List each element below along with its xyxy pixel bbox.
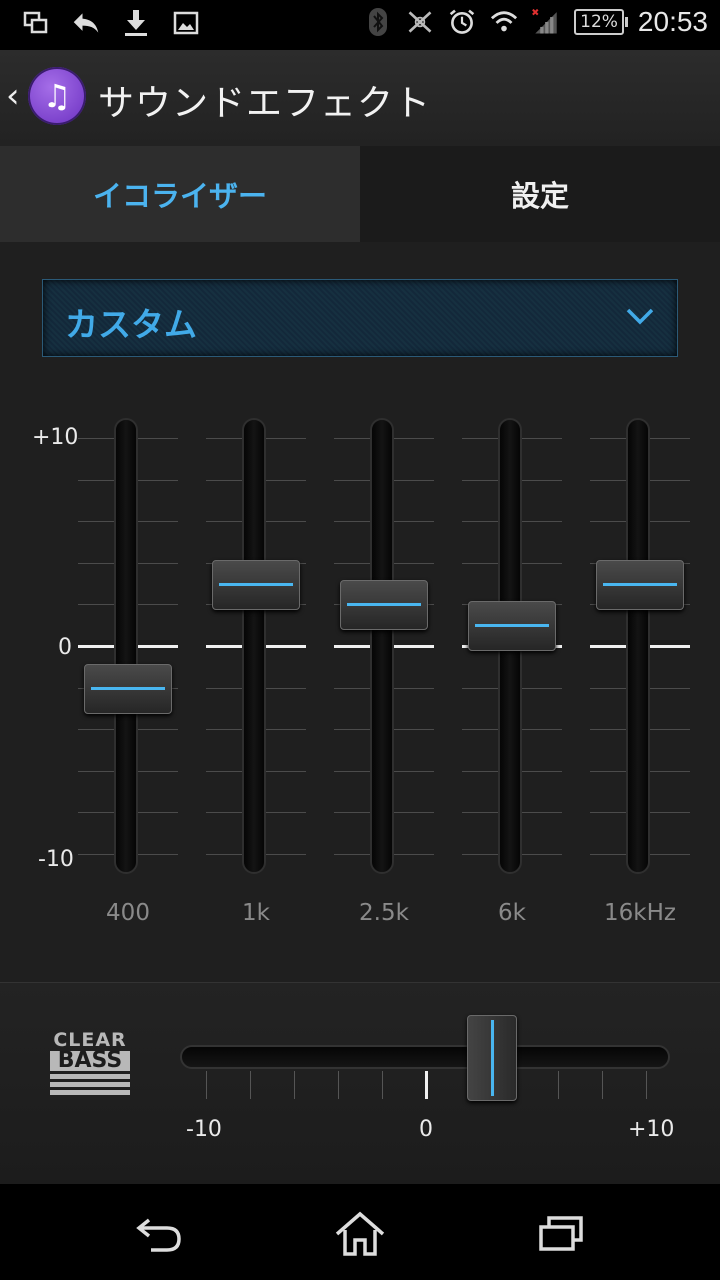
clear-bass-tick [206, 1071, 207, 1099]
clear-bass-tick [250, 1071, 251, 1099]
status-bar: 12% 20:53 [0, 0, 720, 50]
clear-bass-logo: CLEAR BASS [50, 1029, 130, 1095]
equalizer-panel: +10 0 -10 400 1k 2.5k 6k 16kHz [0, 400, 720, 960]
clear-bass-tick [646, 1071, 647, 1099]
action-bar: ‹ ♫ サウンドエフェクト [0, 50, 720, 147]
eq-thumb-indicator [475, 624, 549, 628]
eq-scale-min-label: -10 [38, 847, 74, 872]
eq-slider-track[interactable] [114, 418, 138, 874]
chevron-down-icon [626, 308, 654, 325]
clear-bass-center-tick [425, 1071, 428, 1099]
up-navigation-icon[interactable]: ‹ [6, 76, 20, 116]
tab-settings[interactable]: 設定 [360, 146, 720, 242]
eq-thumb-indicator [91, 686, 165, 690]
eq-scale-zero-label: 0 [58, 635, 72, 660]
recent-apps-icon[interactable] [530, 1208, 590, 1260]
eq-band-2.5k [334, 418, 434, 874]
clear-bass-logo-main: BASS [50, 1050, 130, 1072]
page-title: サウンドエフェクト [98, 83, 432, 124]
eq-scale-max-label: +10 [32, 425, 79, 450]
eq-thumb-indicator [347, 603, 421, 607]
eq-slider-thumb[interactable] [596, 559, 684, 610]
image-icon [172, 9, 200, 37]
eq-slider-track[interactable] [626, 418, 650, 874]
preset-selected-value: カスタム [65, 305, 197, 344]
eq-slider-track[interactable] [370, 418, 394, 874]
wifi-icon [490, 8, 518, 36]
eq-frequency-label: 6k [498, 900, 526, 926]
signal-no-service-icon [532, 8, 560, 36]
back-icon[interactable] [130, 1208, 190, 1260]
clear-bass-min-label: -10 [186, 1117, 222, 1142]
navigation-bar [0, 1184, 720, 1280]
eq-band-16kHz [590, 418, 690, 874]
battery-indicator: 12% [574, 9, 628, 35]
home-icon[interactable] [330, 1208, 390, 1260]
clear-bass-tick [382, 1071, 383, 1099]
eq-frequency-label: 400 [106, 900, 150, 926]
music-note-icon[interactable]: ♫ [28, 67, 86, 125]
eq-slider-thumb[interactable] [84, 663, 172, 714]
clear-bass-thumb-indicator [491, 1020, 494, 1096]
clear-bass-tick [558, 1071, 559, 1099]
eq-slider-thumb[interactable] [212, 559, 300, 610]
eq-frequency-label: 16kHz [604, 900, 676, 926]
eq-band-1k [206, 418, 306, 874]
eq-frequency-label: 2.5k [359, 900, 409, 926]
tab-bar: イコライザー 設定 [0, 146, 720, 242]
eq-slider-thumb[interactable] [340, 580, 428, 631]
preset-dropdown[interactable]: カスタム [42, 279, 678, 357]
clear-bass-tick [602, 1071, 603, 1099]
clear-bass-slider-thumb[interactable] [467, 1015, 517, 1101]
eq-frequency-label: 1k [242, 900, 270, 926]
eq-thumb-indicator [603, 582, 677, 586]
eq-thumb-indicator [219, 582, 293, 586]
reply-icon [72, 9, 100, 37]
eq-slider-track[interactable] [242, 418, 266, 874]
nfc-off-icon [406, 8, 434, 36]
clear-bass-slider-track[interactable] [180, 1045, 670, 1069]
alarm-icon [448, 8, 476, 36]
eq-slider-thumb[interactable] [468, 601, 556, 652]
tab-equalizer[interactable]: イコライザー [0, 146, 360, 242]
status-clock: 20:53 [637, 6, 708, 37]
clear-bass-max-label: +10 [628, 1117, 675, 1142]
download-icon [122, 9, 150, 37]
recent-apps-small-icon [22, 9, 50, 37]
clear-bass-zero-label: 0 [419, 1117, 433, 1142]
clear-bass-tick [294, 1071, 295, 1099]
eq-band-400 [78, 418, 178, 874]
eq-band-6k [462, 418, 562, 874]
bluetooth-icon [364, 8, 392, 36]
clear-bass-panel: CLEAR BASS -10 0 +10 [0, 982, 720, 1185]
clear-bass-tick [338, 1071, 339, 1099]
